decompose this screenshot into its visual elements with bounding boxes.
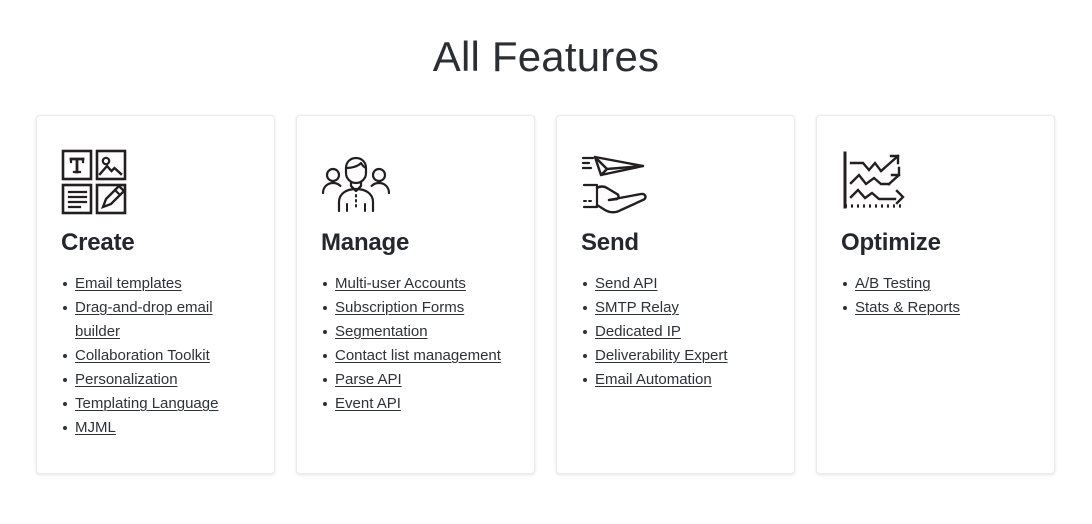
feature-link[interactable]: Templating Language xyxy=(75,395,218,412)
card-title: Create xyxy=(61,229,135,256)
list-item: Personalization xyxy=(63,368,250,392)
list-item: Parse API xyxy=(323,368,510,392)
list-item: Multi-user Accounts xyxy=(323,272,510,296)
feature-list-optimize: A/B Testing Stats & Reports xyxy=(841,272,1030,320)
feature-link[interactable]: Multi-user Accounts xyxy=(335,275,466,292)
feature-link[interactable]: Dedicated IP xyxy=(595,323,681,340)
feature-card-manage: Manage Multi-user Accounts Subscription … xyxy=(296,115,535,474)
feature-link[interactable]: Subscription Forms xyxy=(335,299,464,316)
feature-link[interactable]: Deliverability Expert xyxy=(595,347,728,364)
list-item: Collaboration Toolkit xyxy=(63,344,250,368)
list-item: Drag-and-drop email builder xyxy=(63,296,250,344)
list-item: Dedicated IP xyxy=(583,320,770,344)
feature-link[interactable]: Personalization xyxy=(75,371,178,388)
list-item: Templating Language xyxy=(63,392,250,416)
list-item: Subscription Forms xyxy=(323,296,510,320)
list-item: Contact list management xyxy=(323,344,510,368)
feature-link[interactable]: Send API xyxy=(595,275,658,292)
paper-plane-hand-icon xyxy=(581,149,770,215)
trend-chart-icon xyxy=(841,149,1030,215)
list-item: A/B Testing xyxy=(843,272,1030,296)
card-title: Send xyxy=(581,229,639,256)
feature-card-optimize: Optimize A/B Testing Stats & Reports xyxy=(816,115,1055,474)
list-item: MJML xyxy=(63,416,250,440)
feature-link[interactable]: MJML xyxy=(75,419,116,436)
all-features-page: All Features Create Email templates Drag… xyxy=(0,0,1092,524)
create-grid-icon xyxy=(61,149,250,215)
feature-cards-container: Create Email templates Drag-and-drop ema… xyxy=(36,115,1057,474)
feature-link[interactable]: SMTP Relay xyxy=(595,299,679,316)
feature-link[interactable]: Email templates xyxy=(75,275,182,292)
list-item: Send API xyxy=(583,272,770,296)
list-item: Email Automation xyxy=(583,368,770,392)
feature-link[interactable]: Contact list management xyxy=(335,347,501,364)
feature-link[interactable]: A/B Testing xyxy=(855,275,931,292)
card-title: Manage xyxy=(321,229,410,256)
list-item: Segmentation xyxy=(323,320,510,344)
feature-list-send: Send API SMTP Relay Dedicated IP Deliver… xyxy=(581,272,770,392)
page-title: All Features xyxy=(432,33,660,80)
list-item: Email templates xyxy=(63,272,250,296)
list-item: SMTP Relay xyxy=(583,296,770,320)
feature-link[interactable]: Drag-and-drop email builder xyxy=(75,299,213,340)
feature-list-create: Email templates Drag-and-drop email buil… xyxy=(61,272,250,440)
feature-link[interactable]: Segmentation xyxy=(335,323,428,340)
card-title: Optimize xyxy=(841,229,941,256)
feature-card-create: Create Email templates Drag-and-drop ema… xyxy=(36,115,275,474)
feature-link[interactable]: Event API xyxy=(335,395,401,412)
users-group-icon xyxy=(321,149,510,215)
feature-list-manage: Multi-user Accounts Subscription Forms S… xyxy=(321,272,510,416)
feature-link[interactable]: Stats & Reports xyxy=(855,299,960,316)
list-item: Deliverability Expert xyxy=(583,344,770,368)
feature-link[interactable]: Parse API xyxy=(335,371,402,388)
feature-card-send: Send Send API SMTP Relay Dedicated IP De… xyxy=(556,115,795,474)
feature-link[interactable]: Collaboration Toolkit xyxy=(75,347,210,364)
list-item: Event API xyxy=(323,392,510,416)
feature-link[interactable]: Email Automation xyxy=(595,371,712,388)
list-item: Stats & Reports xyxy=(843,296,1030,320)
